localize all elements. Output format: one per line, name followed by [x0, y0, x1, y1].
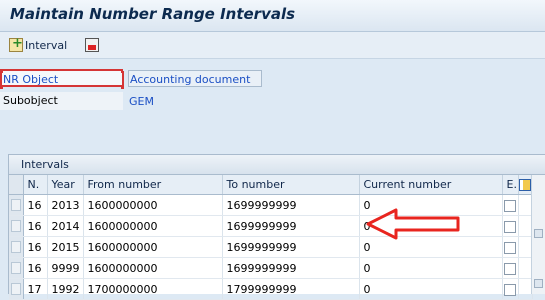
- cell-filler: [518, 257, 533, 279]
- col-header-n[interactable]: N.: [23, 175, 48, 195]
- subobject-label: Subobject: [0, 92, 123, 110]
- col-header-current[interactable]: Current number: [359, 175, 503, 195]
- cell-current: 0: [359, 257, 503, 279]
- red-arrow-annotation: [366, 208, 460, 240]
- row-selector-box[interactable]: [10, 283, 21, 295]
- required-marker-right: [121, 71, 124, 89]
- title-bar: Maintain Number Range Intervals: [0, 0, 545, 32]
- cell-n: 16: [23, 194, 48, 216]
- row-selector-box[interactable]: [10, 241, 21, 253]
- external-checkbox[interactable]: [504, 283, 516, 296]
- row-selector[interactable]: [9, 215, 24, 237]
- col-header-ext[interactable]: E.: [502, 175, 519, 195]
- cell-year: 9999: [47, 257, 84, 279]
- row-selector[interactable]: [9, 194, 24, 216]
- add-interval-label: Interval: [25, 38, 68, 52]
- table-row[interactable]: 17 1992 1700000000 1799999999 0: [9, 278, 533, 300]
- cell-ext: [502, 194, 519, 216]
- cell-year: 1992: [47, 278, 84, 300]
- cell-year: 2013: [47, 194, 84, 216]
- cell-year: 2015: [47, 236, 84, 258]
- grid-title: Intervals: [9, 155, 545, 175]
- col-header-year[interactable]: Year: [47, 175, 84, 195]
- cell-from: 1600000000: [83, 257, 223, 279]
- column-settings-button[interactable]: [518, 175, 533, 195]
- row-selector[interactable]: [9, 257, 24, 279]
- cell-to: 1699999999: [222, 215, 360, 237]
- insert-interval-icon: [9, 36, 23, 52]
- cell-year: 2014: [47, 215, 84, 237]
- cell-filler: [518, 194, 533, 216]
- cell-from: 1600000000: [83, 236, 223, 258]
- cell-to: 1699999999: [222, 257, 360, 279]
- col-header-to[interactable]: To number: [222, 175, 360, 195]
- cell-to: 1699999999: [222, 236, 360, 258]
- external-checkbox[interactable]: [504, 220, 516, 233]
- header-row: N. Year From number To number Current nu…: [9, 175, 533, 195]
- row-selector[interactable]: [9, 236, 24, 258]
- cell-n: 16: [23, 236, 48, 258]
- scroll-down-button[interactable]: [534, 279, 543, 288]
- col-header-from[interactable]: From number: [83, 175, 223, 195]
- subobject-value: GEM: [129, 95, 154, 108]
- column-settings-icon: [519, 179, 531, 191]
- nr-object-label: NR Object: [0, 69, 124, 89]
- cell-filler: [518, 278, 533, 300]
- nr-object-field[interactable]: Accounting document: [128, 70, 262, 87]
- cell-to: 1799999999: [222, 278, 360, 300]
- form-area: NR Object Accounting document Subobject …: [0, 66, 545, 112]
- table-row[interactable]: 16 9999 1600000000 1699999999 0: [9, 257, 533, 279]
- cell-from: 1600000000: [83, 215, 223, 237]
- cell-filler: [518, 215, 533, 237]
- add-interval-button[interactable]: Interval: [9, 35, 67, 55]
- cell-from: 1600000000: [83, 194, 223, 216]
- required-marker-left: [0, 71, 3, 89]
- delete-icon: [85, 38, 99, 52]
- cell-ext: [502, 278, 519, 300]
- external-checkbox[interactable]: [504, 262, 516, 275]
- delete-interval-button[interactable]: [85, 35, 99, 55]
- row-selector[interactable]: [9, 278, 24, 300]
- row-selector-box[interactable]: [10, 262, 21, 274]
- row-selector-box[interactable]: [10, 220, 21, 232]
- cell-ext: [502, 257, 519, 279]
- nr-object-label-text: NR Object: [3, 73, 59, 86]
- cell-n: 17: [23, 278, 48, 300]
- cell-filler: [518, 236, 533, 258]
- intervals-grid: Intervals N. Year From number To number …: [8, 154, 545, 300]
- external-checkbox[interactable]: [504, 199, 516, 212]
- cell-from: 1700000000: [83, 278, 223, 300]
- row-selector-box[interactable]: [10, 199, 21, 211]
- cell-n: 16: [23, 257, 48, 279]
- arrow-shape: [366, 208, 460, 240]
- external-checkbox[interactable]: [504, 241, 516, 254]
- scroll-up-button[interactable]: [534, 229, 543, 238]
- cell-n: 16: [23, 215, 48, 237]
- select-all-cell[interactable]: [9, 175, 24, 195]
- page-title: Maintain Number Range Intervals: [10, 5, 296, 23]
- cell-current: 0: [359, 278, 503, 300]
- cell-ext: [502, 236, 519, 258]
- toolbar: Interval: [0, 32, 545, 59]
- vertical-scrollbar[interactable]: [531, 175, 545, 294]
- cell-ext: [502, 215, 519, 237]
- cell-to: 1699999999: [222, 194, 360, 216]
